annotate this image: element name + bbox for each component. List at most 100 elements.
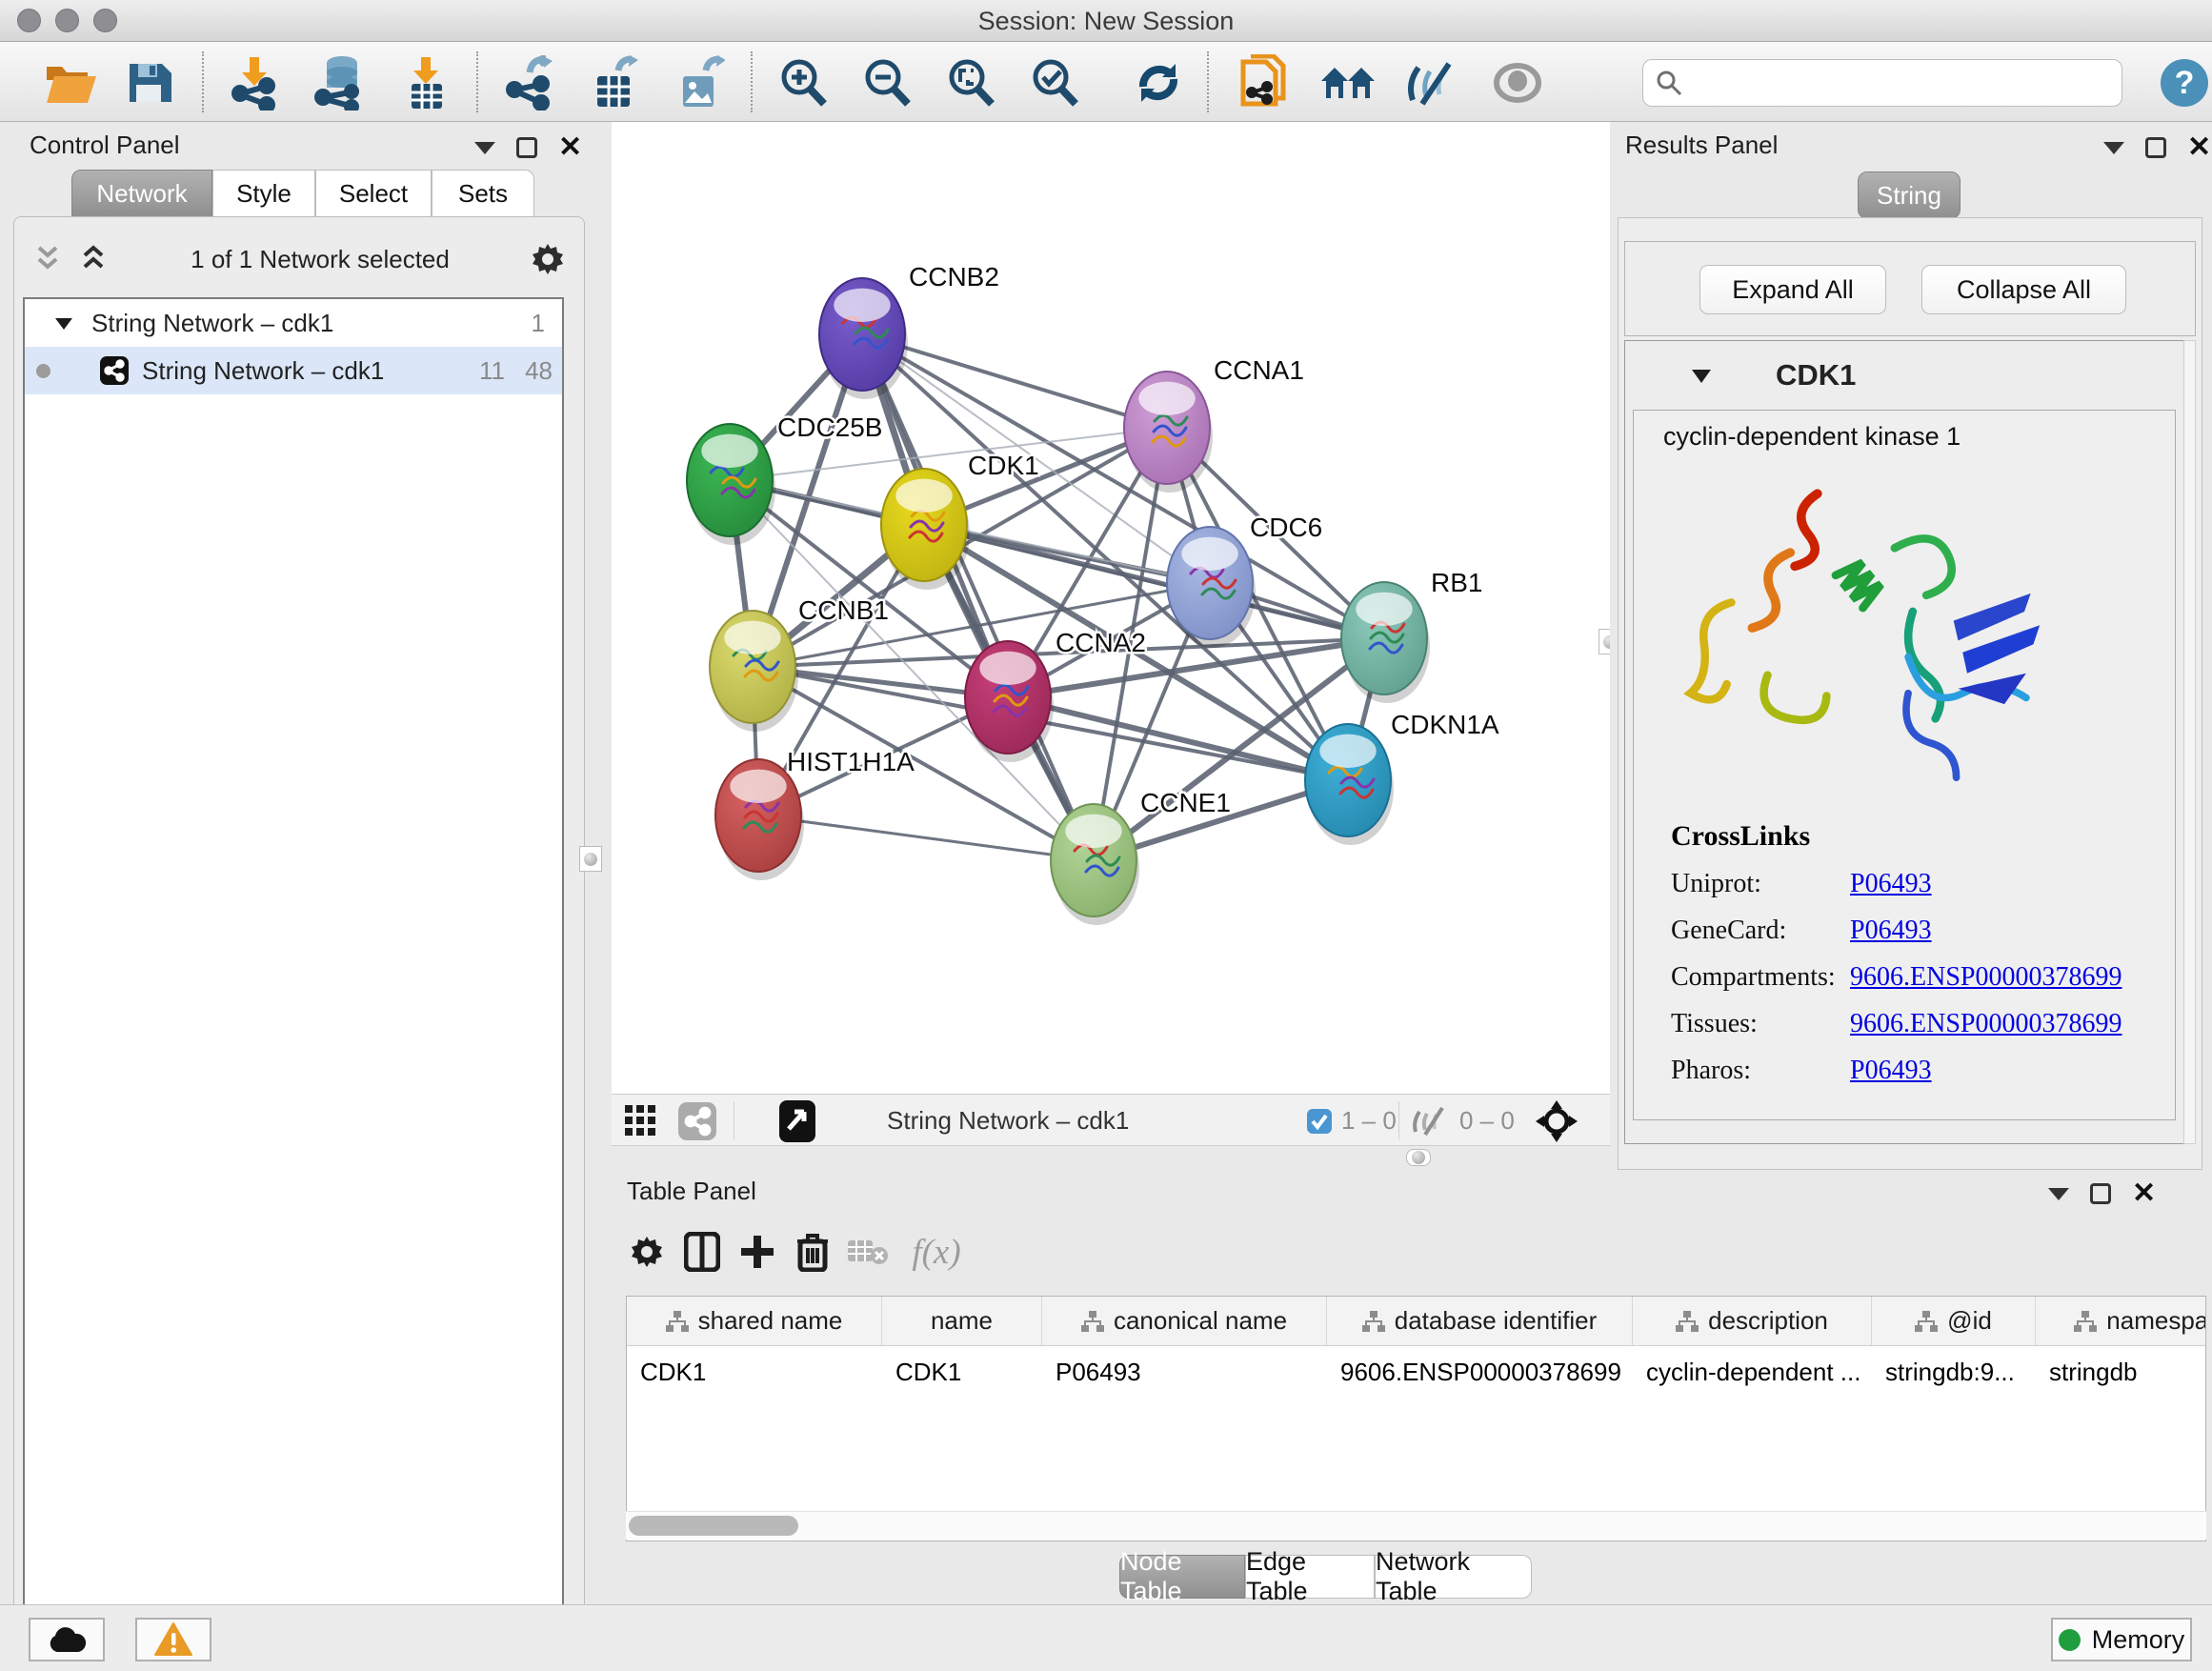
tab-select[interactable]: Select	[315, 170, 432, 217]
crosslink-link[interactable]: P06493	[1850, 916, 1932, 945]
edge-CCNE1-HIST1H1A[interactable]	[758, 815, 1094, 860]
edge-CCNB2-CCNE1[interactable]	[862, 334, 1094, 860]
panel-close-icon[interactable]: ✕	[2187, 137, 2211, 158]
warning-button[interactable]	[135, 1618, 211, 1661]
panel-menu-icon[interactable]	[2048, 1188, 2069, 1200]
cloud-button[interactable]	[29, 1618, 105, 1661]
network-share-icon[interactable]	[678, 1095, 716, 1147]
tab-sets[interactable]: Sets	[432, 170, 534, 217]
import-database-icon[interactable]	[311, 53, 370, 112]
help-icon[interactable]: ?	[2155, 53, 2212, 112]
column-header-name[interactable]: name	[882, 1297, 1042, 1345]
table-cell[interactable]: 9606.ENSP00000378699	[1327, 1346, 1633, 1398]
tab-network[interactable]: Network	[71, 170, 212, 217]
tab-style[interactable]: Style	[212, 170, 315, 217]
table-settings-gear-icon[interactable]	[619, 1224, 674, 1279]
column-header-database-identifier[interactable]: database identifier	[1327, 1297, 1633, 1345]
node-CDC6[interactable]: CDC6	[1167, 513, 1322, 648]
table-hscrollbar[interactable]	[626, 1511, 2206, 1540]
birdseye-export-icon[interactable]	[779, 1095, 815, 1147]
collapse-triangle-icon[interactable]	[1690, 366, 1713, 385]
panel-float-icon[interactable]	[516, 137, 537, 158]
node-CCNE1[interactable]: CCNE1	[1051, 788, 1231, 925]
network-canvas[interactable]: CCNB2CCNA1CDC25BCDK1CDC6RB1CCNB1CCNA2CDK…	[612, 122, 1610, 1094]
network-options-gear-icon[interactable]	[531, 242, 565, 276]
left-splitter-handle[interactable]	[579, 846, 602, 872]
edge-CCNB2-CCNA1[interactable]	[862, 334, 1167, 428]
memory-button[interactable]: Memory	[2051, 1618, 2192, 1661]
table-cell[interactable]: cyclin-dependent ...	[1633, 1346, 1872, 1398]
navigator-crosshair-icon[interactable]	[1536, 1095, 1578, 1147]
expand-all-icon[interactable]	[77, 244, 110, 274]
delete-column-icon[interactable]	[785, 1224, 840, 1279]
collapse-triangle-icon[interactable]	[53, 314, 74, 332]
crosslink-link[interactable]: P06493	[1850, 869, 1932, 898]
refresh-icon[interactable]	[1129, 53, 1188, 112]
table-hscroll-thumb[interactable]	[629, 1516, 798, 1536]
panel-float-icon[interactable]	[2090, 1183, 2111, 1204]
zoom-fit-icon[interactable]	[941, 53, 1000, 112]
table-panel-title: Table Panel	[627, 1177, 756, 1206]
table-cell[interactable]: stringdb:9...	[1872, 1346, 2036, 1398]
network-collection-row[interactable]: String Network – cdk1 1	[25, 299, 562, 347]
crosslink-link[interactable]: 9606.ENSP00000378699	[1850, 962, 2122, 992]
column-header--id[interactable]: @id	[1872, 1297, 2036, 1345]
string-document-icon[interactable]	[1235, 53, 1294, 112]
zoom-out-icon[interactable]	[857, 53, 916, 112]
show-columns-icon[interactable]	[674, 1224, 730, 1279]
string-homes-icon[interactable]	[1318, 53, 1377, 112]
thumbnail-grid-icon[interactable]	[625, 1095, 657, 1147]
crosslink-link[interactable]: 9606.ENSP00000378699	[1850, 1009, 2122, 1038]
column-header-label: description	[1708, 1306, 1828, 1336]
protein-description: cyclin-dependent kinase 1	[1663, 422, 1961, 452]
panel-close-icon[interactable]: ✕	[558, 137, 582, 158]
column-header-canonical-name[interactable]: canonical name	[1042, 1297, 1327, 1345]
panel-menu-icon[interactable]	[474, 142, 495, 154]
column-header-label: namespace	[2106, 1306, 2206, 1336]
table-row[interactable]: CDK1CDK1P064939606.ENSP00000378699cyclin…	[627, 1346, 2205, 1398]
import-table-icon[interactable]	[396, 53, 455, 112]
node-RB1[interactable]: RB1	[1341, 568, 1482, 703]
panel-close-icon[interactable]: ✕	[2132, 1183, 2156, 1204]
column-header-shared-name[interactable]: shared name	[627, 1297, 882, 1345]
table-cell[interactable]: stringdb	[2036, 1346, 2206, 1398]
zoom-in-icon[interactable]	[774, 53, 833, 112]
node-CDKN1A[interactable]: CDKN1A	[1305, 710, 1499, 845]
add-column-icon[interactable]	[730, 1224, 785, 1279]
tab-node-table[interactable]: Node Table	[1119, 1555, 1245, 1599]
import-network-icon[interactable]	[225, 53, 284, 112]
table-cell[interactable]: P06493	[1042, 1346, 1327, 1398]
search-input[interactable]	[1683, 62, 2122, 104]
node-CCNA2[interactable]: CCNA2	[965, 628, 1146, 762]
export-network-icon[interactable]	[499, 53, 558, 112]
panel-float-icon[interactable]	[2145, 137, 2166, 158]
crosslink-link[interactable]: P06493	[1850, 1056, 1932, 1085]
zoom-selected-icon[interactable]	[1025, 53, 1084, 112]
hidden-eye-slash-icon[interactable]	[1412, 1095, 1450, 1147]
panel-menu-icon[interactable]	[2103, 142, 2124, 154]
column-header-namespace[interactable]: namespace	[2036, 1297, 2206, 1345]
collapse-all-icon[interactable]	[31, 244, 64, 274]
column-header-description[interactable]: description	[1633, 1297, 1872, 1345]
network-row-selected[interactable]: String Network – cdk1 11 48	[25, 347, 562, 394]
export-table-icon[interactable]	[585, 53, 644, 112]
tab-network-table[interactable]: Network Table	[1375, 1555, 1532, 1599]
network-view-title: String Network – cdk1	[887, 1095, 1129, 1147]
table-cell[interactable]: CDK1	[627, 1346, 882, 1398]
hide-eye-wave-icon[interactable]	[1402, 53, 1461, 112]
table-cell[interactable]: CDK1	[882, 1346, 1042, 1398]
save-session-icon[interactable]	[119, 53, 178, 112]
node-HIST1H1A[interactable]: HIST1H1A	[715, 747, 915, 880]
bottom-splitter-handle[interactable]	[1406, 1149, 1431, 1166]
crosslink-row: Uniprot:P06493	[1671, 869, 2122, 899]
collapse-all-button[interactable]: Collapse All	[1921, 265, 2126, 314]
export-image-icon[interactable]	[671, 53, 730, 112]
tab-string[interactable]: String	[1858, 171, 1961, 219]
tab-edge-table[interactable]: Edge Table	[1245, 1555, 1375, 1599]
expand-all-button[interactable]: Expand All	[1699, 265, 1886, 314]
open-session-icon[interactable]	[41, 53, 100, 112]
crosslink-label: Compartments:	[1671, 962, 1850, 993]
selected-checkbox-icon[interactable]	[1307, 1095, 1332, 1147]
results-scrollbar[interactable]	[2183, 340, 2196, 1144]
show-eye-icon[interactable]	[1488, 53, 1547, 112]
